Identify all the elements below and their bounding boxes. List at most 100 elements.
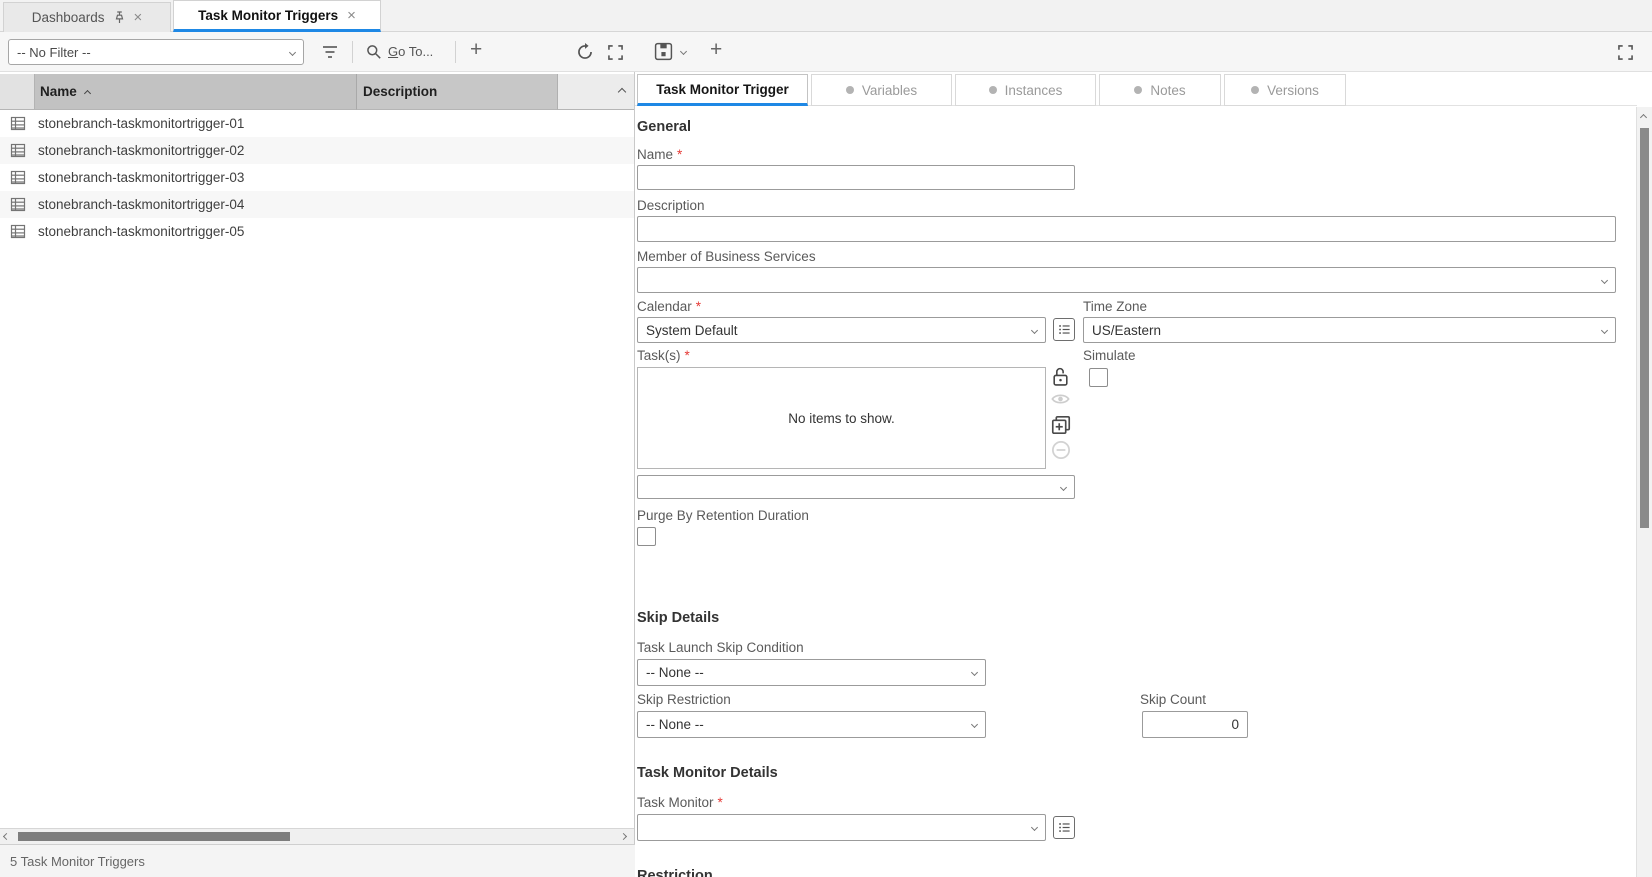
skip-restriction-label: Skip Restriction	[637, 692, 731, 707]
chevron-down-icon	[1600, 326, 1609, 334]
column-header-description[interactable]: Description	[357, 74, 558, 110]
tab-variables[interactable]: Variables	[811, 74, 952, 106]
remove-circle-icon	[1051, 440, 1071, 460]
app-window: Dashboards × Task Monitor Triggers × -- …	[0, 0, 1652, 877]
vertical-scrollbar[interactable]	[1636, 107, 1652, 877]
table-row[interactable]: stonebranch-taskmonitortrigger-03	[0, 164, 634, 191]
purge-by-retention-duration-label: Purge By Retention Duration	[637, 508, 809, 523]
trigger-icon	[10, 170, 26, 185]
add-button[interactable]: +	[470, 38, 482, 62]
chevron-down-icon	[288, 48, 297, 56]
task-monitor-details-button[interactable]	[1053, 816, 1075, 839]
member-of-business-services-select[interactable]	[637, 267, 1616, 293]
expand-icon[interactable]	[608, 45, 623, 63]
refresh-icon[interactable]	[576, 43, 594, 64]
row-name: stonebranch-taskmonitortrigger-02	[38, 143, 245, 158]
chevron-down-icon	[970, 720, 979, 729]
header-sorter-icon[interactable]	[617, 87, 627, 97]
row-name: stonebranch-taskmonitortrigger-03	[38, 170, 245, 185]
calendar-label: Calendar *	[637, 299, 702, 314]
search-icon[interactable]	[366, 44, 382, 63]
calendar-details-button[interactable]	[1053, 318, 1075, 341]
pin-icon[interactable]	[114, 11, 125, 24]
scroll-left-icon[interactable]	[2, 832, 11, 841]
tab-instances[interactable]: Instances	[955, 74, 1096, 106]
status-bar: 5 Task Monitor Triggers	[0, 844, 635, 877]
tab-dashboards-label: Dashboards	[31, 10, 105, 25]
trigger-icon	[10, 224, 26, 239]
description-field[interactable]	[637, 216, 1616, 242]
skip-restriction-select[interactable]: -- None --	[637, 711, 986, 738]
column-header-name[interactable]: Name	[35, 74, 357, 110]
row-name: stonebranch-taskmonitortrigger-05	[38, 224, 245, 239]
table-row[interactable]: stonebranch-taskmonitortrigger-02	[0, 137, 634, 164]
skip-count-field[interactable]	[1142, 711, 1248, 738]
tab-task-monitor-trigger[interactable]: Task Monitor Trigger	[637, 74, 808, 106]
tab-status-dot-icon	[845, 86, 854, 94]
close-icon[interactable]: ×	[347, 7, 356, 24]
eye-icon	[1051, 392, 1070, 406]
add-multiple-icon[interactable]	[1051, 415, 1071, 435]
chevron-down-icon	[970, 668, 979, 677]
toolbar-divider	[455, 41, 456, 63]
tasks-label: Task(s) *	[637, 348, 690, 363]
list-details-icon	[1058, 823, 1070, 832]
table-row[interactable]: stonebranch-taskmonitortrigger-05	[0, 218, 634, 245]
time-zone-label: Time Zone	[1083, 299, 1148, 314]
table-row[interactable]: stonebranch-taskmonitortrigger-01	[0, 110, 634, 137]
vertical-scrollbar-thumb[interactable]	[1640, 128, 1649, 528]
maximize-icon[interactable]	[1618, 45, 1633, 63]
row-name: stonebranch-taskmonitortrigger-01	[38, 116, 245, 131]
filter-icon[interactable]	[322, 45, 338, 62]
column-header-filler	[558, 74, 634, 110]
task-monitor-label: Task Monitor *	[637, 795, 723, 810]
horizontal-scrollbar[interactable]	[0, 828, 634, 844]
tab-task-monitor-triggers-label: Task Monitor Triggers	[198, 7, 339, 23]
task-launch-skip-condition-select[interactable]: -- None --	[637, 659, 986, 686]
chevron-down-icon	[1600, 276, 1609, 284]
add-detail-button[interactable]: +	[710, 38, 722, 62]
scroll-up-icon[interactable]	[1639, 113, 1648, 122]
goto-button[interactable]: Go To...	[388, 44, 433, 59]
simulate-checkbox[interactable]	[1089, 368, 1108, 387]
save-menu-chevron-icon[interactable]	[679, 47, 688, 56]
window-tab-bar: Dashboards × Task Monitor Triggers ×	[0, 0, 1652, 32]
toolbar-divider	[352, 41, 353, 63]
description-label: Description	[637, 198, 705, 213]
panel-splitter[interactable]	[634, 72, 635, 877]
task-monitor-select[interactable]	[637, 814, 1046, 841]
save-icon[interactable]	[654, 42, 673, 64]
tab-status-dot-icon	[988, 86, 997, 94]
simulate-label: Simulate	[1083, 348, 1136, 363]
tasks-empty-text: No items to show.	[788, 410, 895, 426]
purge-by-retention-duration-checkbox[interactable]	[637, 527, 656, 546]
tab-dashboards[interactable]: Dashboards ×	[3, 2, 171, 32]
chevron-down-icon	[1030, 326, 1039, 334]
lock-open-icon[interactable]	[1051, 366, 1070, 387]
filter-select[interactable]: -- No Filter --	[8, 39, 304, 65]
table-row[interactable]: stonebranch-taskmonitortrigger-04	[0, 191, 634, 218]
section-restriction: Restriction	[637, 868, 713, 877]
trigger-icon	[10, 197, 26, 212]
trigger-icon	[10, 143, 26, 158]
tasks-picker-select[interactable]	[637, 475, 1075, 499]
time-zone-select[interactable]: US/Eastern	[1083, 317, 1616, 343]
tab-status-dot-icon	[1134, 86, 1143, 94]
calendar-select[interactable]: System Default	[637, 317, 1046, 343]
close-icon[interactable]: ×	[134, 9, 143, 26]
tasks-listbox[interactable]: No items to show.	[637, 367, 1046, 469]
section-skip-details: Skip Details	[637, 610, 720, 626]
tab-notes[interactable]: Notes	[1099, 74, 1221, 106]
name-field[interactable]	[637, 165, 1075, 190]
chevron-down-icon	[1030, 823, 1039, 832]
status-text: 5 Task Monitor Triggers	[10, 853, 145, 869]
task-launch-skip-condition-label: Task Launch Skip Condition	[637, 640, 804, 655]
section-task-monitor-details: Task Monitor Details	[637, 765, 778, 781]
tab-task-monitor-triggers[interactable]: Task Monitor Triggers ×	[173, 0, 381, 32]
member-of-business-services-label: Member of Business Services	[637, 249, 816, 264]
horizontal-scrollbar-thumb[interactable]	[18, 832, 290, 841]
tab-versions[interactable]: Versions	[1224, 74, 1346, 106]
section-general: General	[637, 119, 691, 135]
scroll-right-icon[interactable]	[619, 832, 628, 841]
skip-count-label: Skip Count	[1140, 692, 1207, 707]
